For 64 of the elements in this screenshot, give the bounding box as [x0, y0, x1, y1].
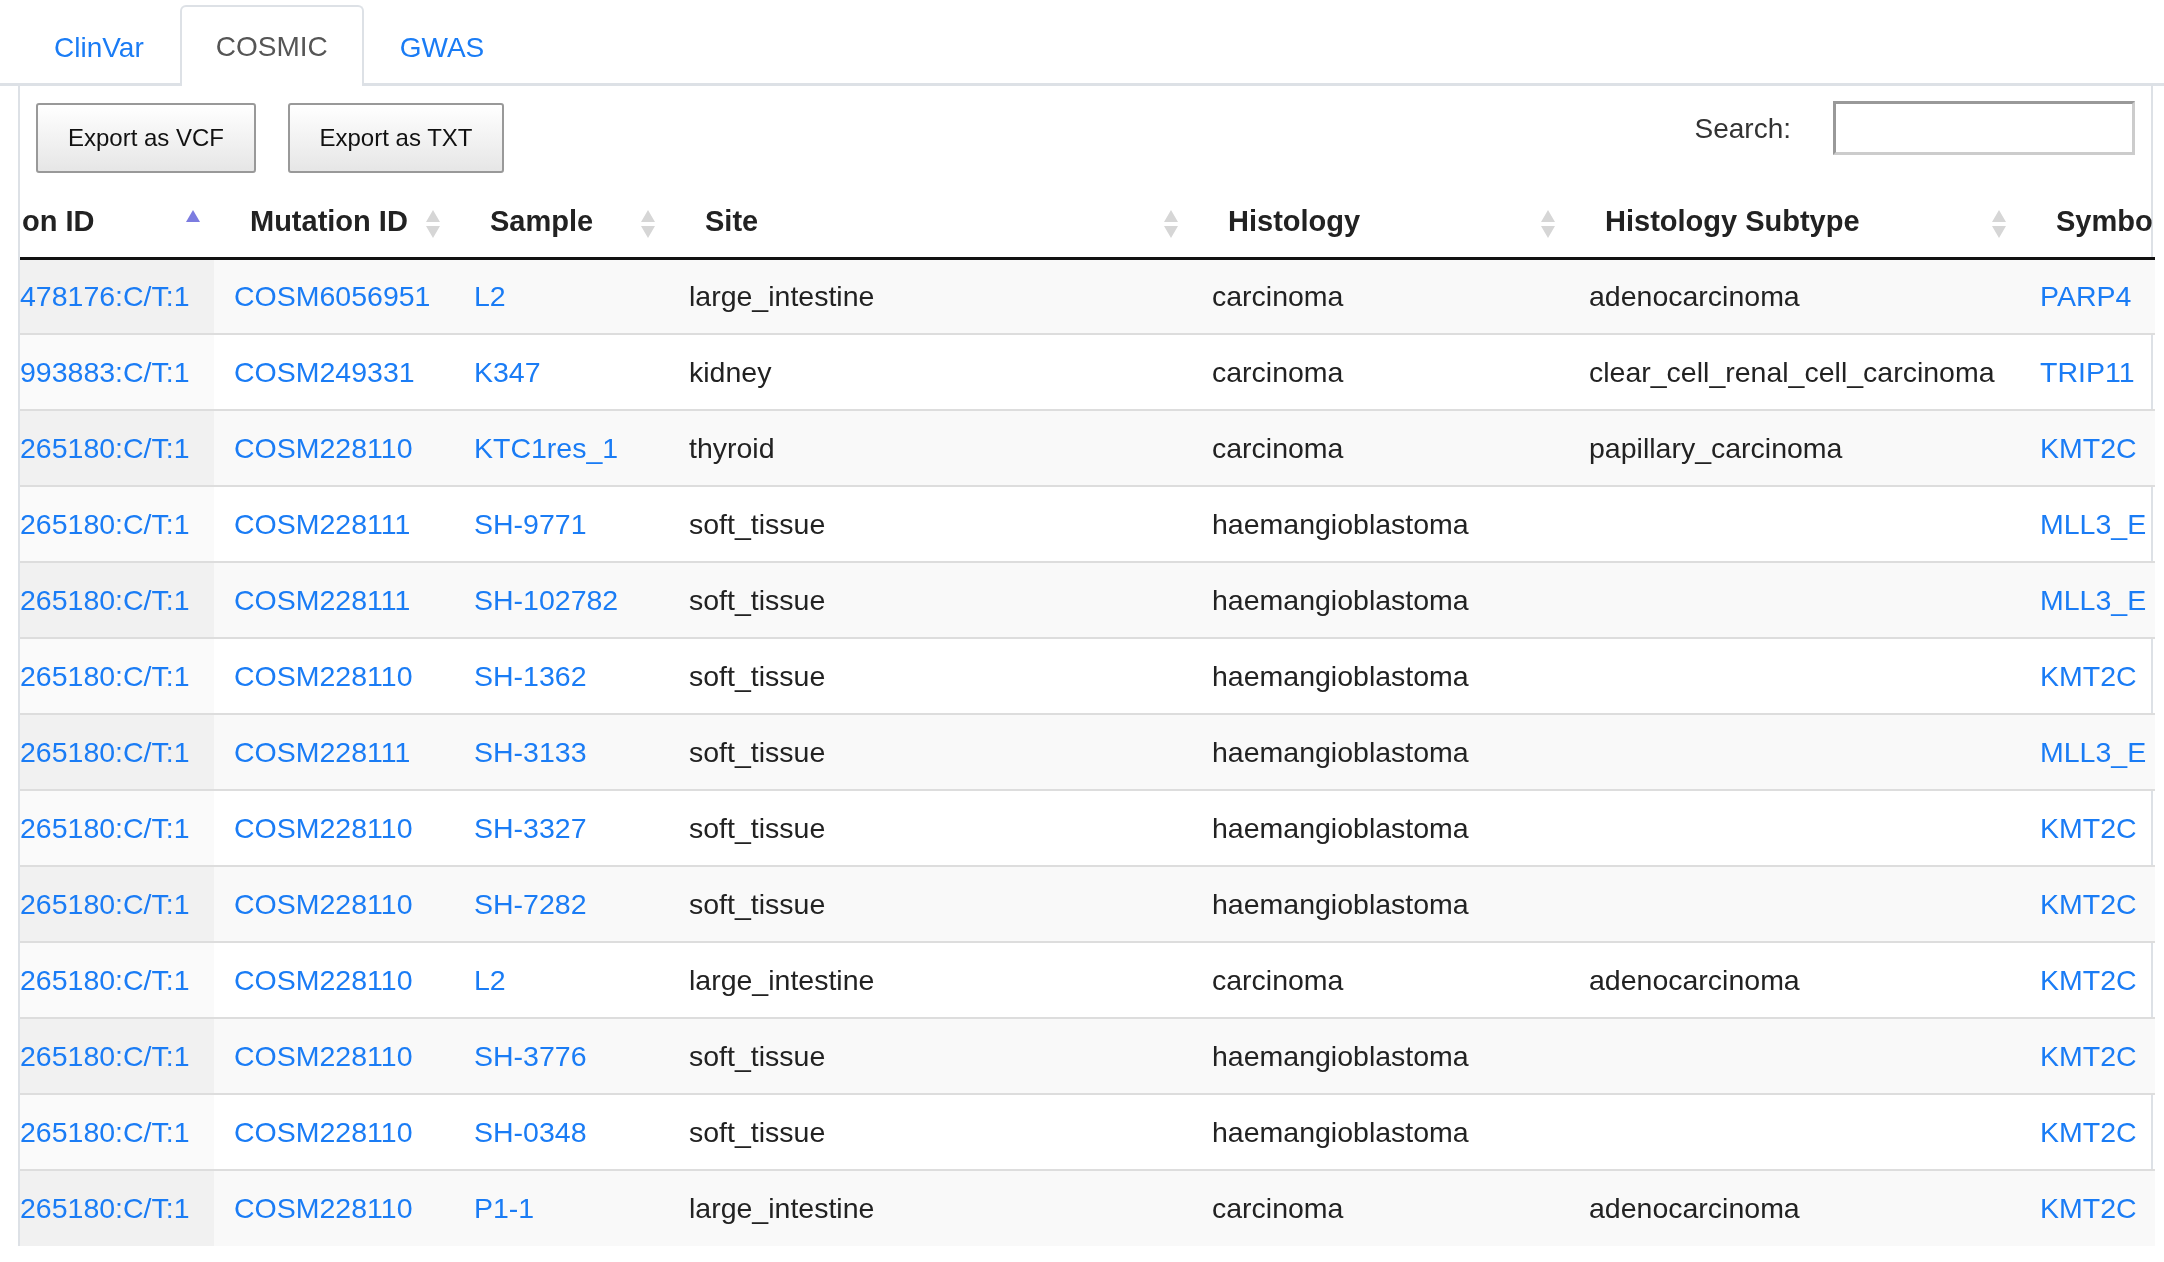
- table-cell: haemangioblastoma: [1212, 1115, 1469, 1148]
- table-link[interactable]: KMT2C: [2040, 811, 2137, 844]
- table-cell: soft_tissue: [689, 811, 826, 844]
- sort-icon[interactable]: [641, 210, 655, 238]
- table-cell: large_intestine: [689, 963, 875, 996]
- table-cell: carcinoma: [1212, 1192, 1344, 1224]
- table-cell: soft_tissue: [689, 507, 826, 540]
- table-link[interactable]: KMT2C: [2040, 659, 2137, 692]
- tab[interactable]: COSMIC: [179, 5, 364, 86]
- sort-icon[interactable]: [1541, 210, 1555, 238]
- table-link[interactable]: SH-0348: [474, 1115, 587, 1148]
- table-cell: haemangioblastoma: [1212, 811, 1469, 844]
- table-cell: large_intestine: [689, 279, 875, 312]
- export-button[interactable]: Export as TXT: [288, 103, 504, 173]
- table-cell: adenocarcinoma: [1589, 963, 1800, 996]
- table-cell: large_intestine: [689, 1192, 875, 1224]
- table-cell: adenocarcinoma: [1589, 1192, 1800, 1224]
- tab[interactable]: ClinVar: [18, 8, 180, 86]
- table-link[interactable]: KMT2C: [2040, 963, 2137, 996]
- table-link[interactable]: MLL3_E: [2040, 507, 2147, 540]
- table-cell: papillary_carcinoma: [1589, 431, 1843, 464]
- table-cell: soft_tissue: [689, 583, 826, 616]
- table-cell: kidney: [689, 355, 772, 388]
- table-link[interactable]: TRIP11: [2040, 355, 2135, 388]
- table-cell: thyroid: [689, 431, 775, 464]
- table-link[interactable]: COSM228110: [234, 659, 413, 692]
- table-cell: soft_tissue: [689, 887, 826, 920]
- table-cell: carcinoma: [1212, 963, 1344, 996]
- tab[interactable]: GWAS: [363, 8, 521, 86]
- sort-icon[interactable]: [426, 210, 440, 238]
- sort-icon[interactable]: [1164, 210, 1178, 238]
- table-link[interactable]: COSM228110: [234, 1115, 413, 1148]
- table-link[interactable]: SH-1362: [474, 659, 587, 692]
- table-cell: soft_tissue: [689, 1115, 826, 1148]
- table-cell: adenocarcinoma: [1589, 279, 1800, 312]
- table-link[interactable]: SH-9771: [474, 507, 587, 540]
- table-link[interactable]: COSM249331: [234, 355, 415, 388]
- table-link[interactable]: P1-1: [474, 1192, 535, 1224]
- table-cell: clear_cell_renal_cell_carcinoma: [1589, 355, 1995, 388]
- table-cell: carcinoma: [1212, 431, 1344, 464]
- table-cell: carcinoma: [1212, 279, 1344, 312]
- table-link[interactable]: L2: [474, 963, 506, 996]
- table-cell: soft_tissue: [689, 1039, 826, 1072]
- table-link[interactable]: COSM228110: [234, 963, 413, 996]
- table-cell: haemangioblastoma: [1212, 659, 1469, 692]
- table-link[interactable]: K347: [474, 355, 541, 388]
- table-cell: haemangioblastoma: [1212, 887, 1469, 920]
- table-link[interactable]: COSM228110: [234, 811, 413, 844]
- table-cell: haemangioblastoma: [1212, 735, 1469, 768]
- table-link[interactable]: KMT2C: [2040, 1115, 2137, 1148]
- table-cell: soft_tissue: [689, 659, 826, 692]
- table-cell: carcinoma: [1212, 355, 1344, 388]
- table-link[interactable]: L2: [474, 279, 506, 312]
- search-label: Search:: [1694, 113, 1791, 145]
- table-cell: haemangioblastoma: [1212, 1039, 1469, 1072]
- sort-icon[interactable]: [1992, 210, 2006, 238]
- table-cell: haemangioblastoma: [1212, 583, 1469, 616]
- export-button[interactable]: Export as VCF: [36, 103, 256, 173]
- table-cell: haemangioblastoma: [1212, 507, 1469, 540]
- table-cell: soft_tissue: [689, 735, 826, 768]
- table-link[interactable]: COSM228111: [234, 507, 411, 540]
- search-field[interactable]: [1833, 101, 2135, 155]
- sort-ascending-icon[interactable]: [186, 210, 200, 222]
- table-link[interactable]: SH-3327: [474, 811, 587, 844]
